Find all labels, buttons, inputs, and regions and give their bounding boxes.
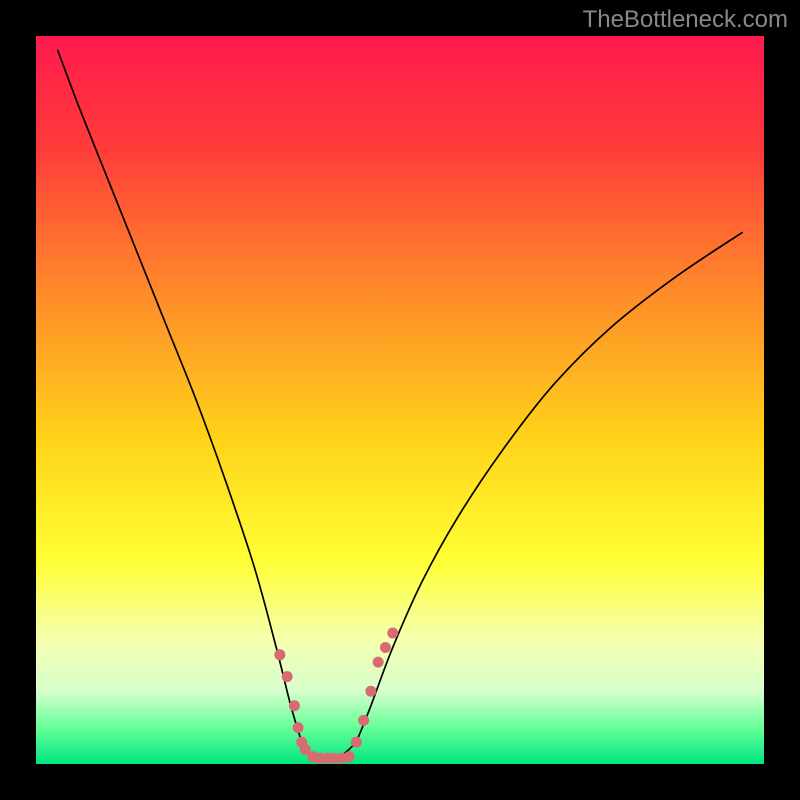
bottleneck-chart [0, 0, 800, 800]
marker-right_dots [373, 657, 384, 668]
marker-right_dots [387, 627, 398, 638]
marker-left_dots [282, 671, 293, 682]
marker-bottom_dots [344, 751, 355, 762]
marker-left_dots [274, 649, 285, 660]
marker-right_dots [351, 737, 362, 748]
marker-right_dots [365, 686, 376, 697]
gradient-background [36, 36, 764, 764]
chart-container: TheBottleneck.com [0, 0, 800, 800]
marker-right_dots [358, 715, 369, 726]
marker-left_dots [293, 722, 304, 733]
marker-right_dots [380, 642, 391, 653]
plot-area [36, 36, 764, 764]
marker-left_dots [289, 700, 300, 711]
watermark-text: TheBottleneck.com [583, 6, 788, 34]
